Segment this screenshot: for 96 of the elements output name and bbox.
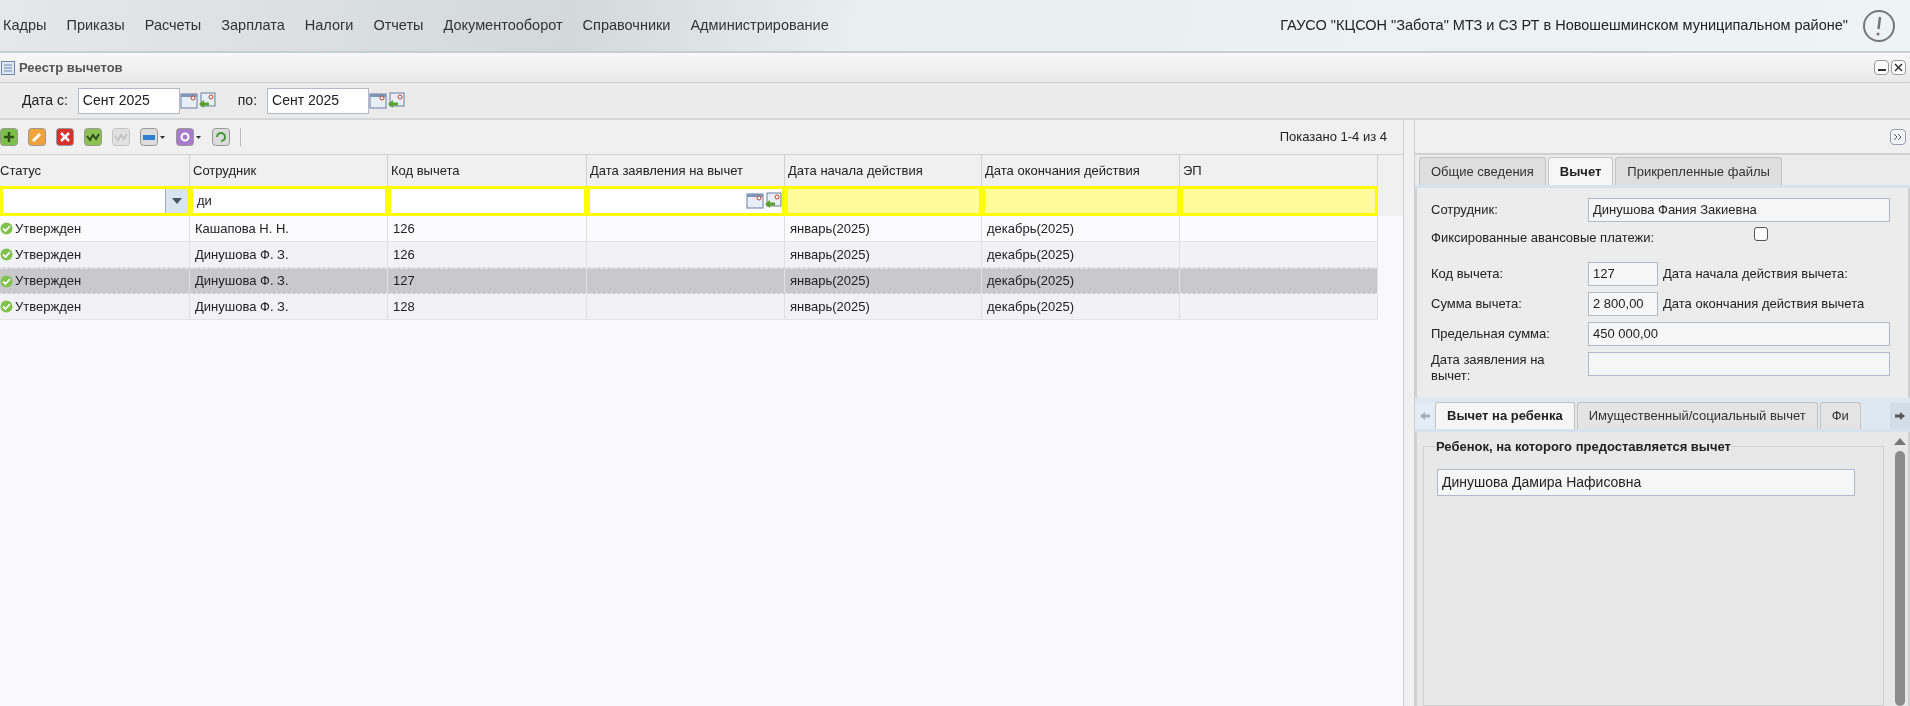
table-cell-text: декабрь(2025) xyxy=(987,297,1075,316)
close-button[interactable] xyxy=(1891,60,1906,75)
table-cell-text: Динушова Ф. З. xyxy=(195,272,289,291)
table-row[interactable]: Утвержден Динушова Ф. З. 128 январь(2025) декабрь(2025) xyxy=(0,294,1378,320)
date-from-label: Дата с: xyxy=(22,91,68,110)
field-label: Дата начала действия вычета: xyxy=(1663,265,1848,284)
date-to-field[interactable]: Сент 2025 xyxy=(267,87,370,114)
table-cell-text: январь(2025) xyxy=(790,272,870,291)
check-icon xyxy=(0,300,13,313)
minimize-button[interactable] xyxy=(1874,60,1889,75)
menu-item[interactable]: Справочники xyxy=(572,14,681,37)
left-arrow-icon xyxy=(1420,411,1430,421)
menu-item[interactable]: Документооборот xyxy=(433,14,573,37)
menu-item[interactable]: Администрирование xyxy=(680,14,839,37)
menu-item[interactable]: Приказы xyxy=(56,14,135,37)
filter-field[interactable] xyxy=(1180,186,1378,216)
print-icon[interactable] xyxy=(140,128,166,146)
double-chevron-icon xyxy=(1893,132,1903,141)
field-label: Код вычета: xyxy=(1431,265,1505,284)
menu-item[interactable]: Кадры xyxy=(0,14,57,37)
filter-field[interactable] xyxy=(785,186,982,216)
table-cell-text: Утвержден xyxy=(15,297,82,316)
field-label: Фиксированные авансовые платежи: xyxy=(1431,229,1655,248)
calendar-icon[interactable] xyxy=(179,91,198,110)
application-date-field[interactable] xyxy=(1588,352,1890,376)
tab[interactable]: Вычет на ребенка xyxy=(1435,402,1575,429)
add-icon[interactable] xyxy=(0,128,18,146)
sum-field[interactable]: 2 800,00 xyxy=(1588,292,1658,316)
paging-info: Показано 1-4 из 4 xyxy=(1279,128,1387,147)
filter-field[interactable] xyxy=(982,186,1180,216)
date-to-label: по: xyxy=(237,91,258,110)
menu-item[interactable]: Отчеты xyxy=(363,14,434,37)
close-icon xyxy=(1894,63,1903,72)
pencil-icon[interactable] xyxy=(28,128,46,146)
calendar-icon[interactable] xyxy=(369,91,388,110)
table-cell-text: 128 xyxy=(393,297,415,316)
table-cell-text: 127 xyxy=(393,272,415,291)
menu-item[interactable]: Налоги xyxy=(294,14,364,37)
table-cell-text: декабрь(2025) xyxy=(987,219,1075,238)
checkbox[interactable] xyxy=(1754,227,1769,241)
collapse-panel-button[interactable] xyxy=(1890,128,1906,145)
code-field[interactable]: 127 xyxy=(1588,262,1658,286)
table-cell-text: Утвержден xyxy=(15,245,82,264)
child-field[interactable]: Динушова Дамира Нафисовна xyxy=(1437,469,1855,496)
table-cell-text: Утвержден xyxy=(15,272,82,291)
check-icon xyxy=(0,248,13,261)
check-icon xyxy=(0,222,13,235)
tab[interactable]: Имущественный/социальный вычет xyxy=(1576,402,1818,429)
table-cell-text: декабрь(2025) xyxy=(987,272,1075,291)
tab[interactable]: Фи xyxy=(1819,402,1861,429)
refresh-icon[interactable] xyxy=(212,128,230,146)
tab[interactable]: Прикрепленные файлы xyxy=(1615,157,1782,185)
calendar-icon[interactable] xyxy=(746,192,764,210)
menu-item[interactable]: Расчеты xyxy=(134,14,212,37)
menu-item[interactable]: Зарплата xyxy=(211,14,295,37)
filter-field[interactable] xyxy=(388,186,587,216)
calendar-reset-icon[interactable] xyxy=(387,91,406,110)
alert-icon[interactable] xyxy=(1862,8,1896,43)
check-icon xyxy=(0,274,13,288)
table-cell-text: Кашапова Н. Н. xyxy=(195,219,289,238)
delete-icon[interactable] xyxy=(56,128,74,146)
right-arrow-icon xyxy=(1895,411,1905,421)
table-cell-text: декабрь(2025) xyxy=(987,245,1075,264)
field-label: Сотрудник: xyxy=(1431,201,1499,220)
gear-icon[interactable] xyxy=(176,128,202,146)
table-cell-text: январь(2025) xyxy=(790,245,870,264)
table-row[interactable]: Утвержден Динушова Ф. З. 127 январь(2025) декабрь(2025) xyxy=(0,268,1378,294)
employee-field[interactable]: Динушова Фания Закиевна xyxy=(1588,198,1890,222)
field-label: Сумма вычета: xyxy=(1431,295,1523,314)
limit-field[interactable]: 450 000,00 xyxy=(1588,322,1890,346)
filter-field[interactable]: ди xyxy=(190,186,388,216)
date-from-field[interactable]: Сент 2025 xyxy=(77,87,180,114)
approve-icon[interactable] xyxy=(84,128,102,146)
up-arrow-icon xyxy=(1894,438,1906,445)
field-label: Дата заявления на вычет: xyxy=(1431,352,1546,384)
field-label: Предельная сумма: xyxy=(1431,325,1551,344)
scroll-left-button[interactable] xyxy=(1415,403,1435,429)
tab[interactable]: Общие сведения xyxy=(1419,157,1546,185)
table-cell-text: январь(2025) xyxy=(790,297,870,316)
table-cell-text: январь(2025) xyxy=(790,219,870,238)
organization-name: ГАУСО "КЦСОН "Забота" МТЗ и СЗ РТ в Новошешминском муниципальном районе" xyxy=(1280,15,1848,35)
table-cell-text: Утвержден xyxy=(15,219,82,238)
window-title: Реестр вычетов xyxy=(19,58,123,77)
caret-icon xyxy=(171,198,182,204)
table-row[interactable]: Утвержден Кашапова Н. Н. 126 январь(2025) декабрь(2025) xyxy=(0,216,1378,242)
scroll-right-button[interactable] xyxy=(1890,403,1910,429)
tab[interactable]: Вычет xyxy=(1547,157,1614,185)
calendar-reset-icon[interactable] xyxy=(197,91,216,110)
table-cell-text: Динушова Ф. З. xyxy=(195,297,289,316)
calendar-reset-icon[interactable] xyxy=(764,192,782,210)
table-row[interactable]: Утвержден Динушова Ф. З. 126 январь(2025) декабрь(2025) xyxy=(0,242,1378,268)
table-cell-text: 126 xyxy=(393,245,415,264)
table-cell-text: Динушова Ф. З. xyxy=(195,245,289,264)
field-label: Дата окончания действия вычета xyxy=(1663,295,1865,314)
table-cell-text: 126 xyxy=(393,219,415,238)
list-icon xyxy=(1,60,15,75)
